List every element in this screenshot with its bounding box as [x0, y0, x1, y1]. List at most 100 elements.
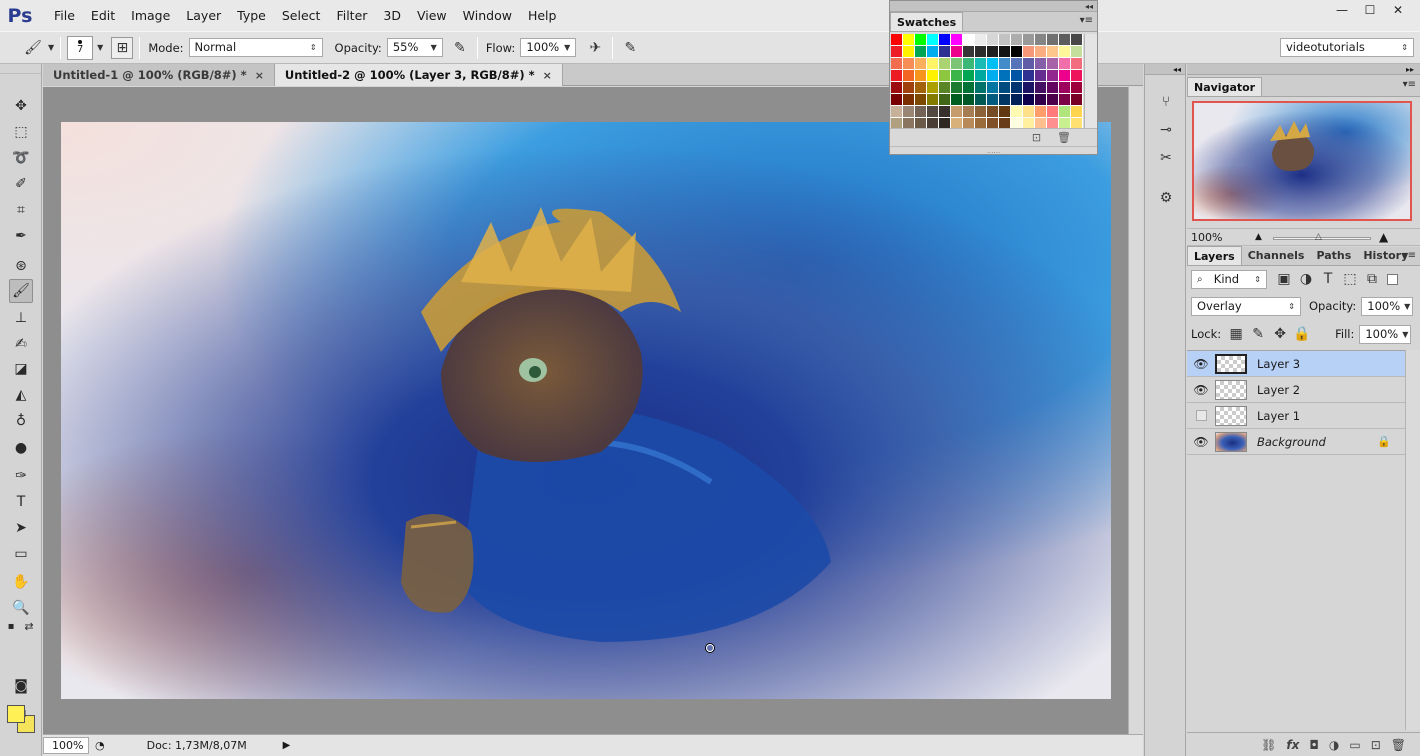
color-swatch[interactable]	[915, 94, 927, 106]
history-brush-tool-icon[interactable]: ✍	[9, 332, 33, 356]
color-swatch[interactable]	[1011, 46, 1023, 58]
color-swatch[interactable]	[891, 58, 903, 70]
move-tool-icon[interactable]: ✥	[9, 94, 33, 118]
layer-row-background[interactable]: 👁 Background 🔒	[1187, 429, 1405, 455]
brush-preset-dropdown[interactable]: ▼	[97, 43, 103, 52]
color-swatch[interactable]	[1023, 58, 1035, 70]
color-swatch[interactable]	[1071, 82, 1083, 94]
color-swatch[interactable]	[1023, 70, 1035, 82]
properties-icon[interactable]: ⚙	[1154, 186, 1178, 210]
crop-tool-icon[interactable]: ⌗	[9, 198, 33, 222]
tool-presets-icon[interactable]: ✂	[1154, 146, 1178, 170]
color-swatch[interactable]	[903, 94, 915, 106]
color-swatch[interactable]	[1071, 34, 1083, 46]
quick-mask-icon[interactable]: ◙	[9, 674, 33, 698]
lock-transparent-icon[interactable]: ▦	[1225, 323, 1247, 345]
color-swatch[interactable]	[903, 34, 915, 46]
menu-view[interactable]: View	[409, 0, 455, 31]
type-tool-icon[interactable]: T	[9, 490, 33, 514]
color-swatch[interactable]	[939, 46, 951, 58]
color-swatch[interactable]	[963, 118, 975, 128]
path-selection-tool-icon[interactable]: ➤	[9, 516, 33, 540]
chevron-down-icon[interactable]: ▼	[431, 39, 437, 56]
tab-swatches[interactable]: Swatches	[890, 12, 964, 31]
color-swatch[interactable]	[963, 94, 975, 106]
color-swatch[interactable]	[1035, 106, 1047, 118]
color-swatch[interactable]	[1059, 82, 1071, 94]
color-swatch[interactable]	[927, 118, 939, 128]
color-swatch[interactable]	[1071, 58, 1083, 70]
color-swatch[interactable]	[951, 82, 963, 94]
color-swatch[interactable]	[999, 46, 1011, 58]
color-swatch[interactable]	[891, 106, 903, 118]
color-swatch[interactable]	[1035, 118, 1047, 128]
lock-image-icon[interactable]: ✎	[1247, 323, 1269, 345]
menu-type[interactable]: Type	[229, 0, 274, 31]
color-swatch[interactable]	[1011, 106, 1023, 118]
color-swatch[interactable]	[987, 106, 999, 118]
swap-colors-icon[interactable]: ⇄	[22, 619, 36, 633]
color-swatch[interactable]	[1035, 82, 1047, 94]
color-swatch[interactable]	[987, 82, 999, 94]
zoom-out-icon[interactable]: ▲	[1255, 232, 1262, 242]
color-swatch[interactable]	[963, 46, 975, 58]
menu-file[interactable]: File	[46, 0, 83, 31]
chevron-down-icon[interactable]: ▼	[564, 39, 570, 56]
blur-tool-icon[interactable]: ♁	[9, 409, 33, 433]
color-swatch[interactable]	[1059, 94, 1071, 106]
hand-tool-icon[interactable]: ✋	[9, 570, 33, 594]
new-swatch-icon[interactable]: ⊡	[1032, 131, 1041, 144]
color-swatch[interactable]	[1059, 34, 1071, 46]
color-swatch[interactable]	[963, 70, 975, 82]
color-swatch[interactable]	[951, 94, 963, 106]
eye-icon[interactable]: 👁	[1187, 357, 1215, 371]
brush-tool-icon[interactable]: 🖌	[9, 279, 33, 303]
color-swatch[interactable]	[975, 58, 987, 70]
color-swatch[interactable]	[975, 82, 987, 94]
brush-panel-toggle-icon[interactable]: ⊞	[111, 36, 134, 59]
color-swatch[interactable]	[1035, 46, 1047, 58]
color-swatch[interactable]	[915, 118, 927, 128]
color-swatch[interactable]	[987, 118, 999, 128]
brush-settings-icon[interactable]: ⊸	[1154, 118, 1178, 142]
tab-channels[interactable]: Channels	[1242, 246, 1311, 265]
color-swatch[interactable]	[1059, 118, 1071, 128]
dock-collapse-icon[interactable]: ◂◂	[1145, 64, 1185, 75]
color-swatch[interactable]	[1059, 46, 1071, 58]
group-icon[interactable]: ▭	[1349, 738, 1360, 752]
panel-menu-icon[interactable]: ▾≡	[1080, 15, 1093, 26]
menu-layer[interactable]: Layer	[178, 0, 229, 31]
color-swatch[interactable]	[963, 82, 975, 94]
fill-input[interactable]: 100% ▼	[1359, 324, 1412, 344]
filter-adjustment-icon[interactable]: ◑	[1295, 268, 1317, 290]
minimize-button[interactable]: —	[1328, 0, 1356, 20]
lock-position-icon[interactable]: ✥	[1269, 323, 1291, 345]
color-swatch[interactable]	[999, 94, 1011, 106]
color-swatch[interactable]	[975, 118, 987, 128]
toolbar-grip[interactable]	[0, 64, 41, 74]
status-menu-arrow-icon[interactable]: ▶	[283, 740, 291, 751]
color-swatch[interactable]	[927, 58, 939, 70]
color-swatch[interactable]	[939, 34, 951, 46]
color-swatch[interactable]	[1071, 106, 1083, 118]
navigator-zoom-input[interactable]: 100%	[1187, 231, 1227, 244]
flow-input[interactable]: 100% ▼	[520, 38, 577, 57]
quick-selection-tool-icon[interactable]: ✐	[9, 172, 33, 196]
color-swatch[interactable]	[987, 46, 999, 58]
color-swatch[interactable]	[903, 58, 915, 70]
color-swatch[interactable]	[951, 70, 963, 82]
color-swatch[interactable]	[939, 58, 951, 70]
color-swatch[interactable]	[975, 106, 987, 118]
layer-filter-select[interactable]: ⌕ Kind ⇕	[1191, 269, 1267, 289]
rectangle-tool-icon[interactable]: ▭	[9, 542, 33, 566]
color-swatch[interactable]	[1071, 94, 1083, 106]
color-swatch[interactable]	[1023, 34, 1035, 46]
menu-window[interactable]: Window	[455, 0, 520, 31]
panel-collapse-icon[interactable]: ◂◂	[890, 1, 1097, 12]
color-swatch[interactable]	[891, 94, 903, 106]
swatches-scrollbar[interactable]	[1084, 34, 1097, 128]
zoom-level-input[interactable]: 100%	[43, 737, 89, 754]
spot-healing-tool-icon[interactable]: ⊛	[9, 254, 33, 278]
close-tab-icon[interactable]: ×	[543, 69, 552, 82]
color-swatch[interactable]	[927, 94, 939, 106]
